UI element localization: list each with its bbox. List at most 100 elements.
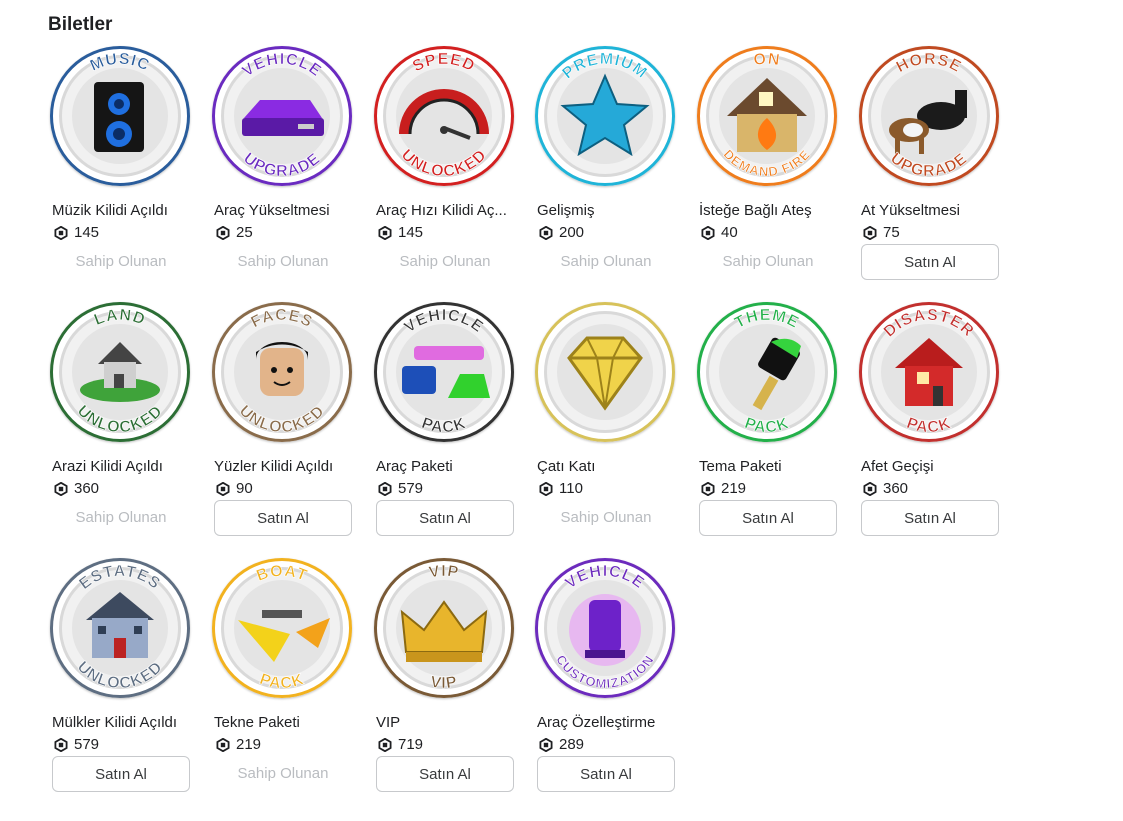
face-icon[interactable]: FACES UNLOCKED (212, 302, 352, 442)
price-value: 219 (236, 736, 262, 753)
boat-icon[interactable]: BOAT PACK (212, 558, 352, 698)
price-value: 90 (236, 480, 253, 497)
pass-price: 25 (216, 224, 253, 241)
pass-name[interactable]: Tekne Paketi (214, 714, 356, 731)
buy-button[interactable]: Satın Al (52, 756, 190, 792)
svg-text:VIP: VIP (428, 563, 461, 582)
disaster-house-icon[interactable]: DISASTER PACK (859, 302, 999, 442)
robux-icon (701, 481, 715, 496)
pass-price: 145 (378, 224, 423, 241)
price-value: 219 (721, 480, 747, 497)
price-value: 75 (883, 224, 900, 241)
pass-card: SPEED UNLOCKED Araç Hızı Kilidi Aç... 14… (372, 46, 520, 286)
robux-icon (54, 481, 68, 496)
robux-icon (216, 481, 230, 496)
pass-name[interactable]: Araç Yükseltmesi (214, 202, 356, 219)
buy-button[interactable]: Satın Al (214, 500, 352, 536)
land-house-icon[interactable]: LAND UNLOCKED (50, 302, 190, 442)
price-value: 579 (74, 736, 100, 753)
pass-price: 40 (701, 224, 738, 241)
robux-icon (539, 225, 553, 240)
vehicle-customization-icon[interactable]: VEHICLE CUSTOMIZATION (535, 558, 675, 698)
owned-label: Sahip Olunan (560, 253, 652, 270)
pass-price: 90 (216, 480, 253, 497)
robux-icon (54, 737, 68, 752)
pass-name[interactable]: Afet Geçişi (861, 458, 1003, 475)
price-value: 25 (236, 224, 253, 241)
pass-price: 219 (216, 736, 261, 753)
robux-icon (701, 225, 715, 240)
diamond-icon[interactable] (535, 302, 675, 442)
price-value: 110 (559, 480, 583, 497)
robux-icon (378, 737, 392, 752)
estate-building-icon[interactable]: ESTATES UNLOCKED (50, 558, 190, 698)
pass-card: ON DEMAND FIRE İsteğe Bağlı Ateş 40 Sahi… (695, 46, 843, 286)
pass-price: 360 (863, 480, 908, 497)
pass-name[interactable]: Araç Hızı Kilidi Aç... (376, 202, 518, 219)
buy-button[interactable]: Satın Al (861, 244, 999, 280)
svg-text:VIP: VIP (429, 674, 459, 693)
price-value: 719 (398, 736, 424, 753)
pass-price: 145 (54, 224, 99, 241)
buy-button[interactable]: Satın Al (861, 500, 999, 536)
owned-label: Sahip Olunan (722, 253, 814, 270)
pass-name[interactable]: At Yükseltmesi (861, 202, 1003, 219)
pass-name[interactable]: Araç Özelleştirme (537, 714, 679, 731)
pass-name[interactable]: VIP (376, 714, 518, 731)
section-title: Biletler (48, 14, 113, 35)
pass-price: 219 (701, 480, 746, 497)
pass-card: PREMIUM Gelişmiş 200 Sahip Olunan (533, 46, 681, 286)
svg-text:ON: ON (753, 51, 782, 70)
price-value: 200 (559, 224, 585, 241)
buy-button[interactable]: Satın Al (537, 756, 675, 792)
price-value: 579 (398, 480, 424, 497)
paint-brush-icon[interactable]: THEME PACK (697, 302, 837, 442)
pass-name[interactable]: Müzik Kilidi Açıldı (52, 202, 194, 219)
speedometer-icon[interactable]: SPEED UNLOCKED (374, 46, 514, 186)
pass-card: VEHICLE UPGRADE Araç Yükseltmesi 25 Sahi… (210, 46, 358, 286)
robux-icon (216, 225, 230, 240)
pass-name[interactable]: Yüzler Kilidi Açıldı (214, 458, 356, 475)
price-value: 145 (398, 224, 424, 241)
robux-icon (863, 225, 877, 240)
price-value: 360 (74, 480, 100, 497)
pass-name[interactable]: Araç Paketi (376, 458, 518, 475)
robux-icon (54, 225, 68, 240)
owned-label: Sahip Olunan (237, 253, 329, 270)
pass-price: 75 (863, 224, 900, 241)
horse-icon[interactable]: HORSE UPGRADE (859, 46, 999, 186)
owned-label: Sahip Olunan (237, 765, 329, 782)
pass-name[interactable]: Gelişmiş (537, 202, 679, 219)
pass-card: LAND UNLOCKED Arazi Kilidi Açıldı 360 Sa… (48, 302, 196, 542)
buy-button[interactable]: Satın Al (376, 756, 514, 792)
pass-card: THEME PACK Tema Paketi 219 Satın Al (695, 302, 843, 542)
pass-name[interactable]: Mülkler Kilidi Açıldı (52, 714, 194, 731)
pass-card: BOAT PACK Tekne Paketi 219 Sahip Olunan (210, 558, 358, 798)
pass-name[interactable]: Tema Paketi (699, 458, 841, 475)
star-icon[interactable]: PREMIUM (535, 46, 675, 186)
price-value: 360 (883, 480, 909, 497)
price-value: 289 (559, 736, 585, 753)
pass-price: 360 (54, 480, 99, 497)
price-value: 40 (721, 224, 738, 241)
buy-button[interactable]: Satın Al (699, 500, 837, 536)
pass-price: 200 (539, 224, 584, 241)
robux-icon (863, 481, 877, 496)
crown-icon[interactable]: VIP VIP (374, 558, 514, 698)
robux-icon (539, 481, 553, 496)
robux-icon (378, 225, 392, 240)
pass-name[interactable]: Çatı Katı (537, 458, 679, 475)
pass-name[interactable]: Arazi Kilidi Açıldı (52, 458, 194, 475)
pass-name[interactable]: İsteğe Bağlı Ateş (699, 202, 841, 219)
pass-card: Çatı Katı 110 Sahip Olunan (533, 302, 681, 542)
owned-label: Sahip Olunan (560, 509, 652, 526)
music-speaker-icon[interactable]: MUSIC (50, 46, 190, 186)
pass-card: ESTATES UNLOCKED Mülkler Kilidi Açıldı 5… (48, 558, 196, 798)
fire-house-icon[interactable]: ON DEMAND FIRE (697, 46, 837, 186)
pass-price: 289 (539, 736, 584, 753)
vehicle-pack-icon[interactable]: VEHICLE PACK (374, 302, 514, 442)
robux-icon (378, 481, 392, 496)
pass-price: 579 (54, 736, 99, 753)
vehicle-upgrade-icon[interactable]: VEHICLE UPGRADE (212, 46, 352, 186)
buy-button[interactable]: Satın Al (376, 500, 514, 536)
